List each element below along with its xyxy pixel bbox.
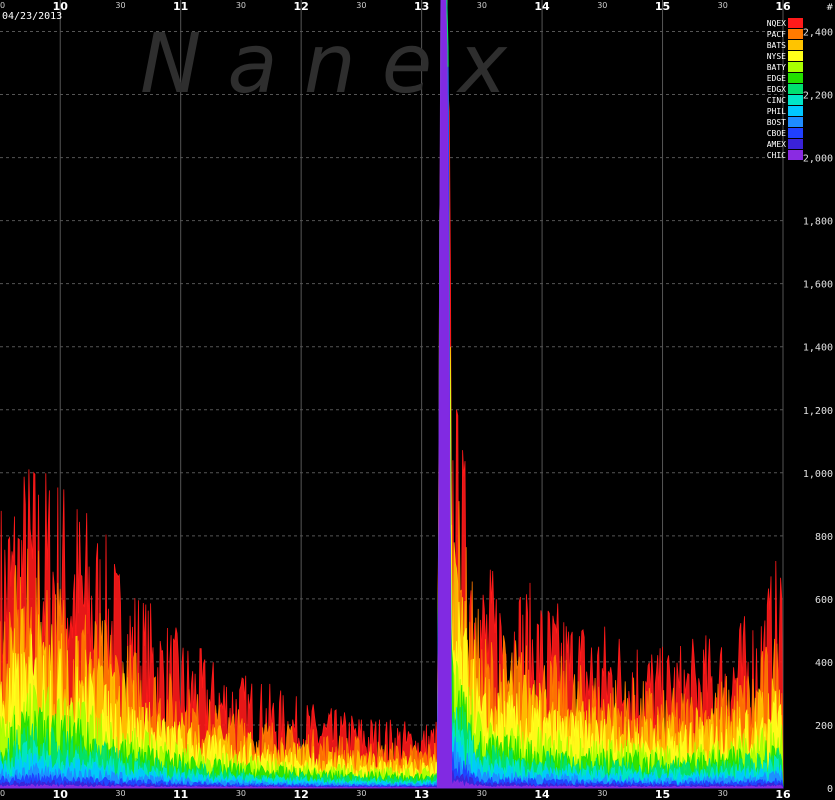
legend-label-nqex: NQEX <box>767 19 786 28</box>
x-tick-label-bottom: 30 <box>718 789 728 798</box>
legend-label-phil: PHIL <box>767 107 786 116</box>
legend-swatch-cboe <box>788 128 803 138</box>
legend-swatch-baty <box>788 62 803 72</box>
legend-label-bats: BATS <box>767 41 786 50</box>
legend-label-cinc: CINC <box>767 96 786 105</box>
y-tick-label: 2,000 <box>803 154 833 165</box>
x-tick-label-bottom: 11 <box>173 788 188 800</box>
x-tick-label-bottom: 30 <box>236 789 246 798</box>
x-tick-label-bottom: 16 <box>775 788 791 800</box>
x-tick-label-top: 15 <box>655 0 670 13</box>
legend-label-baty: BATY <box>767 63 786 72</box>
legend-swatch-nqex <box>788 18 803 28</box>
x-tick-label-top: 12 <box>293 0 308 13</box>
legend-swatch-pacf <box>788 29 803 39</box>
legend-swatch-edge <box>788 73 803 83</box>
legend-label-pacf: PACF <box>767 30 786 39</box>
y-tick-label: 1,200 <box>803 406 833 417</box>
x-tick-label-top: 13 <box>414 0 429 13</box>
legend-swatch-amex <box>788 139 803 149</box>
x-tick-label-top: 30 <box>356 1 366 10</box>
y-tick-label: 1,800 <box>803 217 833 228</box>
x-tick-label-top: 14 <box>534 0 550 13</box>
watermark: N a n e x <box>140 17 508 112</box>
y-tick-label: 200 <box>815 721 833 732</box>
y-tick-label: 400 <box>815 658 833 669</box>
x-tick-label-bottom: 30 <box>477 789 487 798</box>
legend-label-bost: BOST <box>767 118 786 127</box>
y-tick-label: 800 <box>815 532 833 543</box>
legend-label-chic: CHIC <box>767 151 786 160</box>
y-tick-label: 1,400 <box>803 343 833 354</box>
x-tick-label-bottom: 13 <box>414 788 429 800</box>
legend-swatch-nyse <box>788 51 803 61</box>
legend-swatch-edgx <box>788 84 803 94</box>
y-tick-label: 2,200 <box>803 91 833 102</box>
x-tick-label-top: 30 <box>0 1 5 10</box>
x-tick-label-bottom: 30 <box>597 789 607 798</box>
x-tick-label-top: 30 <box>477 1 487 10</box>
legend-swatch-phil <box>788 106 803 116</box>
exchange-activity-chart: N a n e x 30 10 30 11 30 12 30 13 30 14 30 15 30 16 3… <box>0 0 835 800</box>
x-tick-label-bottom: 12 <box>293 788 308 800</box>
legend-label-edge: EDGE <box>767 74 786 83</box>
legend-label-cboe: CBOE <box>767 129 786 138</box>
x-tick-label-bottom: 15 <box>655 788 670 800</box>
x-tick-label-bottom: 30 <box>0 789 5 798</box>
x-tick-label-bottom: 10 <box>53 788 69 800</box>
y-tick-label: 600 <box>815 595 833 606</box>
y-tick-label: 1,600 <box>803 280 833 291</box>
legend-swatch-bost <box>788 117 803 127</box>
x-tick-label-top: 16 <box>775 0 791 13</box>
x-tick-label-bottom: 30 <box>356 789 366 798</box>
x-tick-label-bottom: 30 <box>115 789 125 798</box>
y-unit-label: # <box>826 3 834 13</box>
legend-swatch-chic <box>788 150 803 160</box>
y-tick-label: 2,400 <box>803 28 833 39</box>
legend-label-nyse: NYSE <box>767 52 786 61</box>
y-tick-label: 1,000 <box>803 469 833 480</box>
y-tick-label: 0 <box>827 784 833 795</box>
x-tick-label-bottom: 14 <box>534 788 550 800</box>
legend-label-edgx: EDGX <box>767 85 786 94</box>
date-label: 04/23/2013 <box>2 11 62 22</box>
legend-swatch-bats <box>788 40 803 50</box>
x-tick-label-top: 11 <box>173 0 188 13</box>
x-tick-label-top: 30 <box>115 1 125 10</box>
legend-label-amex: AMEX <box>767 140 786 149</box>
x-tick-label-top: 30 <box>236 1 246 10</box>
x-tick-label-top: 30 <box>718 1 728 10</box>
x-tick-label-top: 30 <box>597 1 607 10</box>
legend-swatch-cinc <box>788 95 803 105</box>
